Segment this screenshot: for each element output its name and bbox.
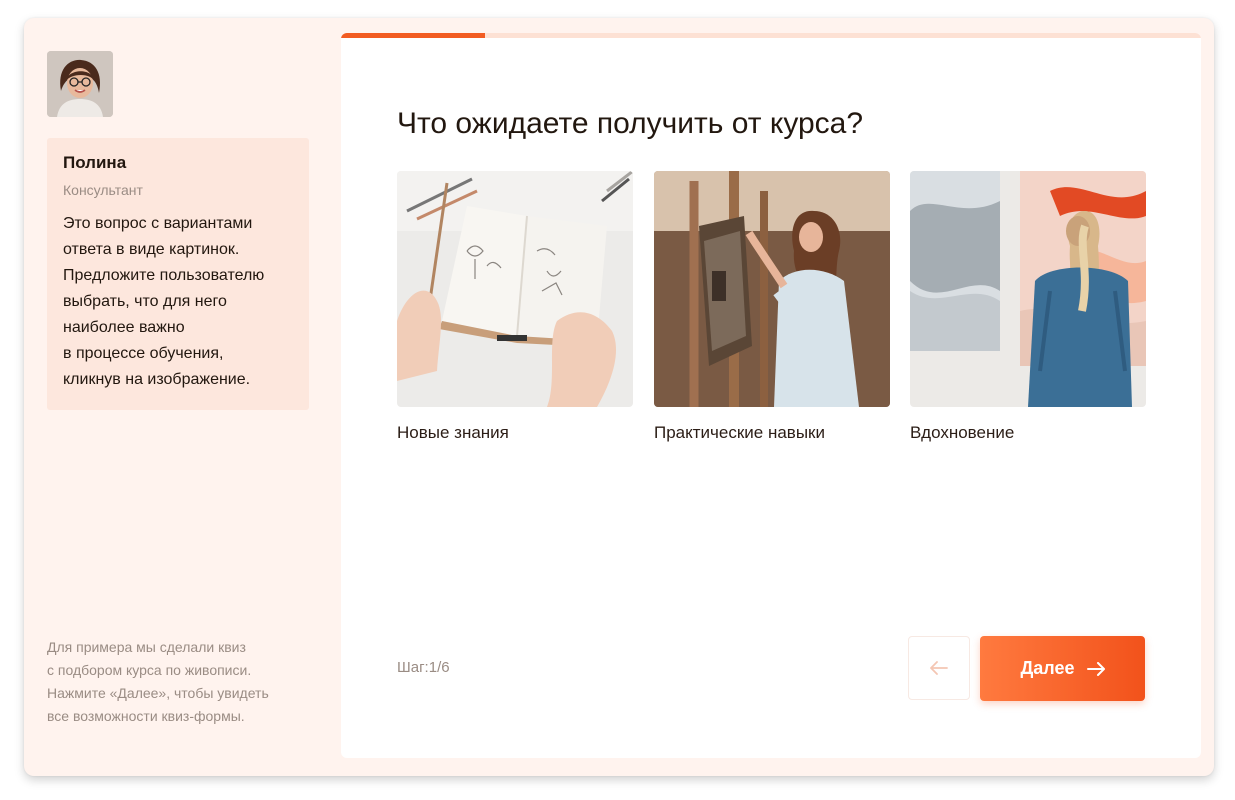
- quiz-card: Что ожидаете получить от курса? Новые зн…: [341, 33, 1201, 758]
- consultant-avatar: [47, 51, 113, 117]
- arrow-left-icon: [930, 661, 948, 675]
- step-counter: Шаг:1/6: [397, 659, 450, 676]
- consultant-message-card: Полина Консультант Это вопрос с варианта…: [47, 138, 309, 410]
- consultant-message: Это вопрос с вариантами ответа в виде ка…: [63, 215, 265, 388]
- option-card-inspiration[interactable]: Вдохновение: [910, 171, 1146, 443]
- consultant-name: Полина: [63, 153, 127, 172]
- back-button[interactable]: [908, 636, 970, 700]
- sidebar-note: Для примера мы сделали квиз с подбором к…: [47, 639, 269, 724]
- option-label: Практические навыки: [654, 423, 825, 442]
- woman-viewing-art-photo[interactable]: [910, 171, 1146, 407]
- quiz-window: Полина Консультант Это вопрос с варианта…: [24, 18, 1214, 776]
- option-card-new-knowledge[interactable]: Новые знания: [397, 171, 633, 443]
- consultant-role: Консультант: [63, 182, 143, 198]
- next-button-label: Далее: [1020, 658, 1075, 678]
- option-label: Вдохновение: [910, 423, 1015, 442]
- option-card-practical-skills[interactable]: Практические навыки: [654, 171, 890, 443]
- progress-bar: [341, 33, 1201, 38]
- arrow-right-icon: [1086, 661, 1105, 676]
- next-button[interactable]: Далее: [980, 636, 1145, 701]
- option-label: Новые знания: [397, 423, 509, 442]
- question-title: Что ожидаете получить от курса?: [397, 107, 864, 140]
- sketchbook-drawing-photo[interactable]: [397, 171, 633, 407]
- progress-bar-fill: [341, 33, 485, 38]
- woman-painting-easel-photo[interactable]: [654, 171, 890, 407]
